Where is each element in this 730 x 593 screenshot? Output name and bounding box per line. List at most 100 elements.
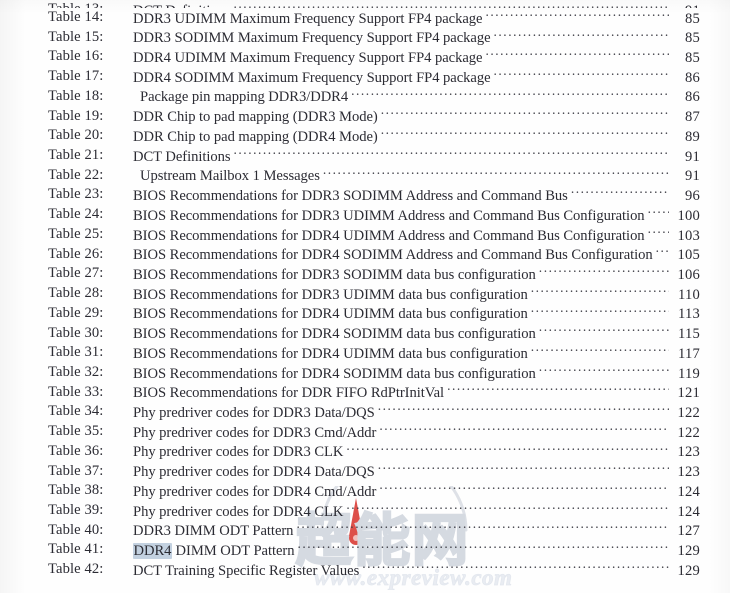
toc-entry-label: Table 39: bbox=[48, 501, 104, 518]
toc-entry[interactable]: Table 40: DDR3 DIMM ODT Pattern 127 bbox=[0, 521, 730, 541]
dot-leader bbox=[379, 422, 669, 437]
toc-entry[interactable]: Table 35: Phy predriver codes for DDR3 Cm… bbox=[0, 422, 730, 442]
toc-entry-label: Table 22: bbox=[48, 166, 104, 183]
toc-entry-title: BIOS Recommendations for DDR FIFO RdPtrI… bbox=[133, 385, 445, 402]
toc-entry[interactable]: Table 29: BIOS Recommendations for DDR4 U… bbox=[0, 304, 730, 324]
toc-entry-label: Table 17: bbox=[48, 68, 104, 85]
toc-entry-label: Table 14: bbox=[48, 9, 104, 25]
toc-entry[interactable]: Table 39: Phy predriver codes for DDR4 CL… bbox=[0, 501, 730, 521]
dot-leader bbox=[539, 324, 669, 339]
toc-entry-body: Package pin mapping DDR3/DDR4 86 bbox=[133, 87, 700, 108]
toc-entry-title: Phy predriver codes for DDR3 Cmd/Addr bbox=[133, 424, 377, 441]
toc-entry-title: Phy predriver codes for DDR3 CLK bbox=[133, 444, 344, 461]
toc-entry[interactable]: Table 32: BIOS Recommendations for DDR4 S… bbox=[0, 363, 730, 383]
dot-leader bbox=[381, 107, 669, 122]
toc-entry-body: BIOS Recommendations for DDR3 SODIMM Add… bbox=[133, 185, 700, 206]
toc-entry-page-number: 85 bbox=[685, 30, 700, 47]
toc-entry-body: BIOS Recommendations for DDR4 UDIMM Addr… bbox=[133, 225, 700, 246]
toc-entry-body: BIOS Recommendations for DDR4 SODIMM Add… bbox=[133, 245, 700, 266]
dot-leader bbox=[494, 67, 669, 82]
dot-leader bbox=[539, 363, 669, 378]
toc-entry-title: BIOS Recommendations for DDR4 UDIMM Addr… bbox=[133, 227, 645, 244]
toc-entry-body: DDR Chip to pad mapping (DDR4 Mode) 89 bbox=[133, 126, 700, 147]
toc-entry-page-number: 86 bbox=[685, 89, 700, 106]
toc-entry-body: DCT Training Specific Register Values 129 bbox=[133, 560, 700, 581]
toc-entry-label: Table 25: bbox=[48, 225, 104, 242]
toc-entry[interactable]: Table 15: DDR3 SODIMM Maximum Frequency S… bbox=[0, 28, 730, 48]
list-of-tables: Table 13:DCT Definitions91Table 14:DDR3 … bbox=[0, 0, 730, 580]
dot-leader bbox=[539, 264, 669, 279]
toc-entry[interactable]: Table 22: Upstream Mailbox 1 Messages 91 bbox=[0, 166, 730, 186]
toc-entry[interactable]: Table 23: BIOS Recommendations for DDR3 S… bbox=[0, 185, 730, 205]
toc-entry-label: Table 27: bbox=[48, 265, 104, 282]
toc-entry-page-number: 127 bbox=[677, 523, 700, 540]
toc-entry-label: Table 36: bbox=[48, 442, 104, 459]
toc-entry-title: Phy predriver codes for DDR4 Data/DQS bbox=[133, 464, 375, 481]
dot-leader bbox=[234, 146, 670, 161]
toc-entry-body: DDR3 SODIMM Maximum Frequency Support FP… bbox=[133, 28, 700, 49]
dot-leader bbox=[381, 126, 669, 141]
toc-entry[interactable]: Table 17: DDR4 SODIMM Maximum Frequency S… bbox=[0, 67, 730, 87]
toc-entry[interactable]: Table 20: DDR Chip to pad mapping (DDR4 M… bbox=[0, 126, 730, 146]
dot-leader bbox=[494, 28, 669, 43]
toc-entry-body: DCT Definitions 91 bbox=[133, 146, 700, 167]
dot-leader bbox=[656, 245, 669, 260]
toc-entry[interactable]: Table 36: Phy predriver codes for DDR3 CL… bbox=[0, 442, 730, 462]
toc-entry-body: BIOS Recommendations for DDR4 SODIMM dat… bbox=[133, 324, 700, 345]
toc-entry[interactable]: Table 37: Phy predriver codes for DDR4 Da… bbox=[0, 462, 730, 482]
dot-leader bbox=[531, 284, 669, 299]
toc-entry[interactable]: Table 16: DDR4 UDIMM Maximum Frequency Su… bbox=[0, 47, 730, 67]
toc-entry-title: BIOS Recommendations for DDR4 UDIMM data… bbox=[133, 306, 528, 323]
toc-entry-page-number: 113 bbox=[678, 306, 700, 323]
toc-entry-page-number: 87 bbox=[685, 109, 700, 126]
toc-entry-title: DDR4 DIMM ODT Pattern bbox=[133, 543, 295, 559]
toc-entry[interactable]: Table 24: BIOS Recommendations for DDR3 U… bbox=[0, 205, 730, 225]
dot-leader bbox=[234, 0, 670, 8]
toc-entry-title: DDR4 UDIMM Maximum Frequency Support FP4… bbox=[133, 50, 483, 67]
toc-entry-label: Table 31: bbox=[48, 344, 104, 361]
toc-entry-title: DDR3 SODIMM Maximum Frequency Support FP… bbox=[133, 30, 491, 47]
toc-entry-page-number: 91 bbox=[685, 148, 700, 165]
toc-entry-page-number: 122 bbox=[677, 404, 700, 421]
toc-entry-title: DDR3 DIMM ODT Pattern bbox=[133, 523, 294, 540]
toc-entry[interactable]: Table 42: DCT Training Specific Register … bbox=[0, 560, 730, 580]
toc-entry[interactable]: Table 41: DDR4 DIMM ODT Pattern 129 bbox=[0, 540, 730, 560]
toc-entry-page-number: 105 bbox=[677, 247, 700, 264]
dot-leader bbox=[346, 442, 669, 457]
toc-entry-title: Phy predriver codes for DDR3 Data/DQS bbox=[133, 404, 375, 421]
toc-entry[interactable]: Table 38: Phy predriver codes for DDR4 Cm… bbox=[0, 481, 730, 501]
toc-entry-body: BIOS Recommendations for DDR4 UDIMM data… bbox=[133, 304, 700, 325]
dot-leader bbox=[571, 185, 669, 200]
toc-entry-label: Table 38: bbox=[48, 482, 104, 499]
toc-entry-body: Phy predriver codes for DDR3 Cmd/Addr 122 bbox=[133, 422, 700, 443]
toc-entry[interactable]: Table 27: BIOS Recommendations for DDR3 S… bbox=[0, 264, 730, 284]
toc-entry[interactable]: Table 30: BIOS Recommendations for DDR4 S… bbox=[0, 324, 730, 344]
toc-entry[interactable]: Table 21: DCT Definitions 91 bbox=[0, 146, 730, 166]
toc-entry[interactable]: Table 19: DDR Chip to pad mapping (DDR3 M… bbox=[0, 107, 730, 127]
toc-entry[interactable]: Table 14: DDR3 UDIMM Maximum Frequency Su… bbox=[0, 8, 730, 28]
toc-entry-title: Upstream Mailbox 1 Messages bbox=[140, 168, 320, 185]
toc-entry-page-number: 106 bbox=[677, 266, 700, 283]
toc-entry-label: Table 23: bbox=[48, 186, 104, 203]
toc-entry-page-number: 85 bbox=[685, 50, 700, 67]
toc-entry[interactable]: Table 13: DCT Definitions91 bbox=[0, 0, 730, 8]
toc-entry[interactable]: Table 34: Phy predriver codes for DDR3 Da… bbox=[0, 402, 730, 422]
toc-entry-body: BIOS Recommendations for DDR3 UDIMM data… bbox=[133, 284, 700, 305]
toc-entry[interactable]: Table 26: BIOS Recommendations for DDR4 S… bbox=[0, 245, 730, 265]
toc-entry-page-number: 110 bbox=[678, 286, 700, 303]
toc-entry-title: DDR Chip to pad mapping (DDR3 Mode) bbox=[133, 109, 378, 126]
toc-entry-label: Table 13: bbox=[48, 0, 128, 8]
toc-entry-body: DDR Chip to pad mapping (DDR3 Mode) 87 bbox=[133, 107, 700, 128]
toc-entry[interactable]: Table 28: BIOS Recommendations for DDR3 U… bbox=[0, 284, 730, 304]
toc-entry-title: Package pin mapping DDR3/DDR4 bbox=[140, 89, 349, 106]
toc-entry-label: Table 40: bbox=[48, 521, 104, 538]
toc-entry[interactable]: Table 31: BIOS Recommendations for DDR4 U… bbox=[0, 343, 730, 363]
toc-entry[interactable]: Table 25: BIOS Recommendations for DDR4 U… bbox=[0, 225, 730, 245]
toc-entry[interactable]: Table 18: Package pin mapping DDR3/DDR4 86 bbox=[0, 87, 730, 107]
dot-leader bbox=[362, 560, 669, 575]
toc-entry[interactable]: Table 33: BIOS Recommendations for DDR FI… bbox=[0, 383, 730, 403]
toc-entry-page-number: 122 bbox=[677, 424, 700, 441]
toc-entry-page-number: 91 bbox=[685, 168, 700, 185]
toc-entry-title: BIOS Recommendations for DDR4 UDIMM data… bbox=[133, 345, 528, 362]
toc-entry-label: Table 35: bbox=[48, 423, 104, 440]
